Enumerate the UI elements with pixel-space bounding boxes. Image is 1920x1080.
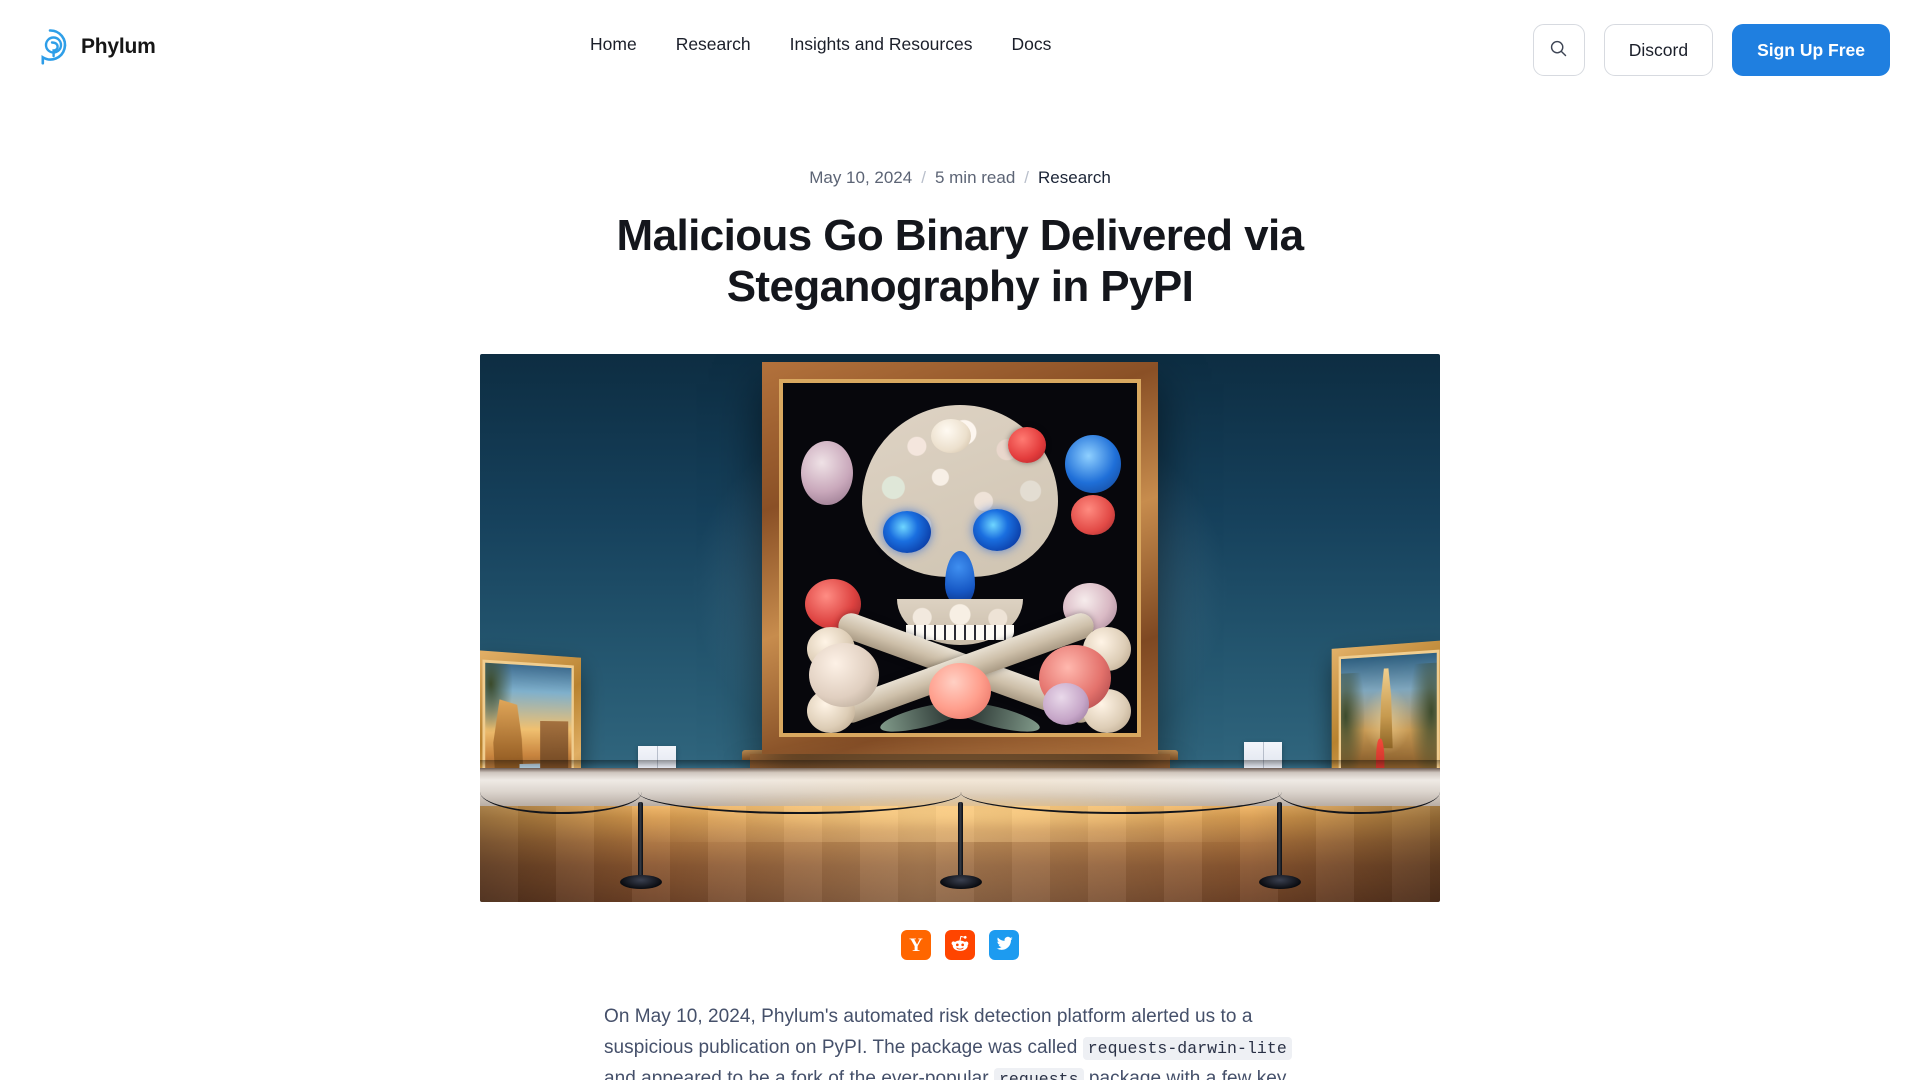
twitter-icon	[995, 934, 1014, 956]
inline-code-requests-darwin-lite: requests-darwin-lite	[1082, 1036, 1292, 1060]
social-share-row: Y	[0, 930, 1920, 961]
skull-eye-left	[883, 511, 931, 554]
discord-button[interactable]: Discord	[1603, 24, 1714, 76]
nav-item-docs[interactable]: Docs	[1011, 35, 1051, 54]
article-read-time: 5 min read	[934, 168, 1016, 187]
search-button[interactable]	[1532, 24, 1585, 76]
hero-image	[480, 354, 1440, 903]
site-header: Phylum Home Research Insights and Resour…	[0, 0, 1920, 100]
meta-separator-2: /	[1024, 168, 1030, 187]
stanchion-right	[1277, 802, 1282, 881]
flower-spray-top-right	[1065, 435, 1121, 494]
search-icon	[1549, 39, 1568, 61]
skull-eye-right	[973, 509, 1021, 552]
flower-spray-right-upper	[1071, 495, 1115, 536]
share-hacker-news-icon[interactable]: Y	[901, 930, 931, 961]
article-category-link[interactable]: Research	[1038, 168, 1111, 188]
paragraph-text-2: and appeared to be a fork of the ever-po…	[604, 1067, 994, 1080]
cream-rose-accent	[931, 419, 971, 454]
red-rose-accent	[1008, 427, 1046, 464]
nav-item-insights-and-resources[interactable]: Insights and Resources	[790, 35, 973, 54]
share-twitter-button[interactable]	[989, 930, 1019, 961]
share-reddit-button[interactable]	[945, 930, 975, 961]
article-paragraph-1: On May 10, 2024, Phylum's automated risk…	[604, 1002, 1316, 1080]
page-title: Malicious Go Binary Delivered via Stegan…	[616, 211, 1305, 312]
gallery-scene	[480, 354, 1440, 903]
nav-item-home[interactable]: Home	[590, 35, 637, 54]
stanchion-left	[638, 802, 643, 881]
stanchion-center	[958, 802, 963, 881]
flower-spray-top-left	[801, 441, 853, 506]
article-date: May 10, 2024	[809, 168, 913, 187]
header-actions: Discord Sign Up Free	[1532, 24, 1890, 76]
brand-name: Phylum	[81, 34, 156, 58]
nav-item-research[interactable]: Research	[676, 35, 751, 54]
brand-logo-link[interactable]: Phylum	[30, 26, 156, 66]
reddit-icon	[950, 934, 970, 957]
meta-separator-1: /	[921, 168, 926, 187]
sign-up-free-button[interactable]: Sign Up Free	[1732, 24, 1890, 76]
phylum-logo-icon	[30, 26, 70, 66]
article: May 10, 2024 / 5 min read / Research Mal…	[0, 168, 1920, 1080]
article-meta: May 10, 2024 / 5 min read / Research	[0, 168, 1920, 188]
main-navigation: Home Research Insights and Resources Doc…	[590, 35, 1051, 54]
article-body: On May 10, 2024, Phylum's automated risk…	[604, 1002, 1316, 1080]
inline-code-requests: requests	[993, 1067, 1084, 1080]
